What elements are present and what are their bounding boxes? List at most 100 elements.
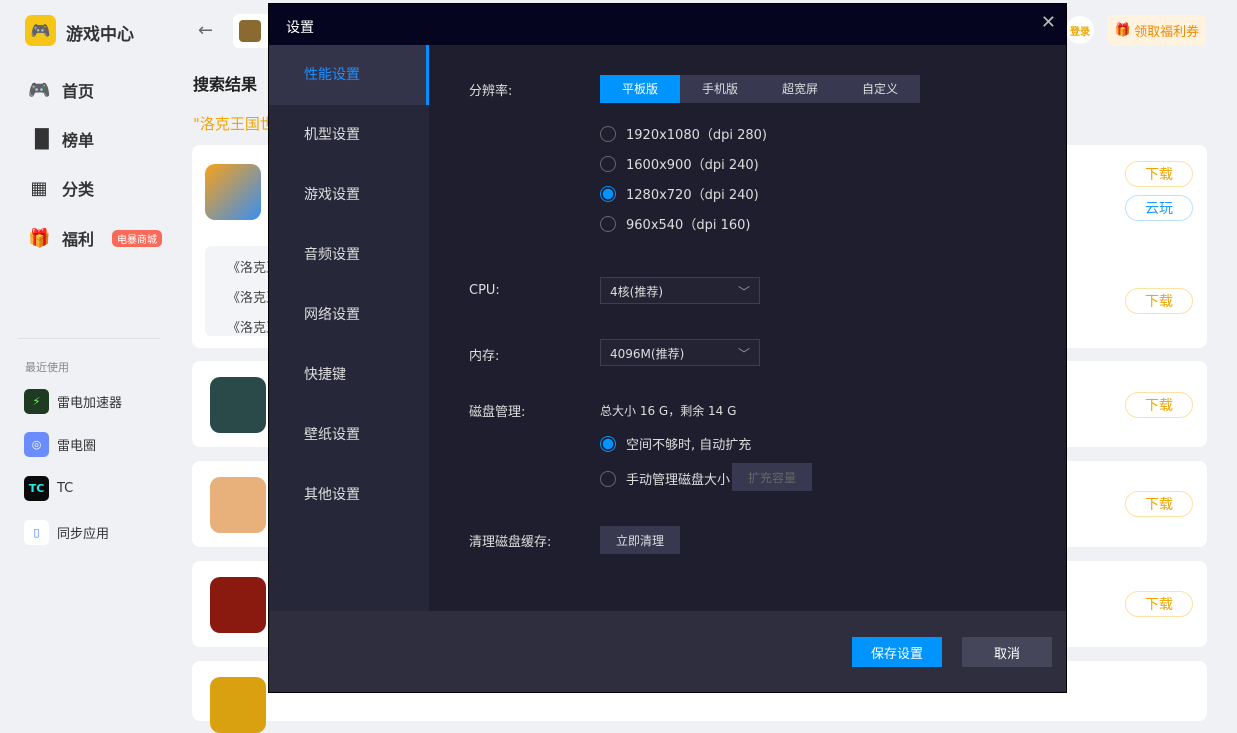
chart-icon: ▐▌ bbox=[28, 128, 56, 150]
recent-header: 最近使用 bbox=[25, 361, 69, 374]
back-arrow-icon[interactable]: ← bbox=[198, 20, 213, 41]
option-label: 手动管理磁盘大小 bbox=[626, 473, 731, 488]
disk-info: 总大小 16 G，剩余 14 G bbox=[600, 404, 737, 418]
radio-icon bbox=[600, 155, 616, 172]
disk-manual-option[interactable]: 手动管理磁盘大小 bbox=[600, 469, 730, 488]
app-title: 游戏中心 bbox=[66, 25, 134, 45]
save-button[interactable]: 保存设置 bbox=[852, 637, 942, 667]
recent-label: 雷电圈 bbox=[57, 439, 97, 454]
nav-label: 分类 bbox=[62, 180, 95, 199]
resolution-label: 分辨率: bbox=[469, 84, 513, 99]
app-logo: 🎮 bbox=[25, 15, 56, 46]
sync-icon: ▯ bbox=[24, 520, 49, 545]
disk-label: 磁盘管理: bbox=[469, 405, 526, 420]
radio-icon bbox=[600, 470, 616, 487]
option-label: 空间不够时, 自动扩充 bbox=[626, 438, 752, 453]
option-label: 1600x900（dpi 240) bbox=[626, 158, 759, 173]
tab-audio[interactable]: 音频设置 bbox=[269, 225, 429, 285]
option-label: 1280x720（dpi 240) bbox=[626, 188, 759, 203]
game-icon bbox=[205, 164, 261, 220]
cache-label: 清理磁盘缓存: bbox=[469, 535, 552, 550]
resolution-option[interactable]: 1280x720（dpi 240) bbox=[600, 184, 759, 203]
tab-shortcuts[interactable]: 快捷键 bbox=[269, 345, 429, 405]
download-button[interactable]: 下载 bbox=[1125, 392, 1193, 418]
download-button[interactable]: 下载 bbox=[1125, 161, 1193, 187]
tab-device[interactable]: 机型设置 bbox=[269, 105, 429, 165]
login-button[interactable]: 登录 bbox=[1066, 16, 1094, 44]
gamepad-icon: 🎮 bbox=[28, 79, 51, 101]
cpu-select[interactable]: 4核(推荐) ﹀ bbox=[600, 277, 760, 304]
dialog-footer bbox=[269, 611, 1066, 692]
chevron-down-icon: ﹀ bbox=[737, 285, 750, 299]
cloud-play-button[interactable]: 云玩 bbox=[1125, 195, 1193, 221]
sidebar-item-welfare[interactable]: 🎁 福利 电暴商城 bbox=[28, 226, 163, 250]
resolution-option[interactable]: 960x540（dpi 160) bbox=[600, 214, 750, 233]
tab-custom[interactable]: 自定义 bbox=[840, 75, 920, 103]
dialog-title: 设置 bbox=[269, 4, 1066, 45]
sidebar-item-home[interactable]: 🎮 首页 bbox=[28, 78, 94, 102]
close-icon[interactable]: ✕ bbox=[1041, 12, 1056, 33]
settings-dialog: 设置 ✕ 性能设置 机型设置 游戏设置 音频设置 网络设置 快捷键 壁纸设置 其… bbox=[268, 3, 1067, 693]
nav-label: 首页 bbox=[62, 82, 95, 101]
tab-phone[interactable]: 手机版 bbox=[680, 75, 760, 103]
recent-label: TC bbox=[57, 481, 74, 496]
coupon-button[interactable]: 🎁 领取福利券 bbox=[1108, 15, 1206, 46]
recent-item-sync[interactable]: ▯ 同步应用 bbox=[24, 520, 109, 545]
cpu-value: 4核(推荐) bbox=[610, 285, 663, 299]
disk-auto-option[interactable]: 空间不够时, 自动扩充 bbox=[600, 434, 751, 453]
radio-icon bbox=[600, 215, 616, 232]
nav-label: 福利 bbox=[62, 230, 95, 249]
recent-label: 雷电加速器 bbox=[57, 396, 123, 411]
mall-badge: 电暴商城 bbox=[112, 229, 163, 247]
tab-wallpaper[interactable]: 壁纸设置 bbox=[269, 405, 429, 465]
clean-button[interactable]: 立即清理 bbox=[600, 526, 680, 554]
coupon-label: 领取福利券 bbox=[1134, 25, 1200, 40]
recent-item-accelerator[interactable]: ⚡ 雷电加速器 bbox=[24, 389, 122, 414]
game-icon bbox=[210, 677, 266, 733]
page-title: 搜索结果 bbox=[193, 75, 258, 94]
sidebar-item-category[interactable]: ▦ 分类 bbox=[28, 176, 94, 200]
tab-game[interactable]: 游戏设置 bbox=[269, 165, 429, 225]
circle-icon: ◎ bbox=[24, 432, 49, 457]
game-icon bbox=[210, 477, 266, 533]
recent-item-circle[interactable]: ◎ 雷电圈 bbox=[24, 432, 96, 457]
sidebar-item-ranking[interactable]: ▐▌ 榜单 bbox=[28, 127, 94, 151]
tc-icon: TC bbox=[24, 476, 49, 501]
radio-selected-icon bbox=[600, 185, 616, 202]
tab-performance[interactable]: 性能设置 bbox=[269, 45, 429, 105]
recent-label: 同步应用 bbox=[57, 527, 110, 542]
download-button[interactable]: 下载 bbox=[1125, 288, 1193, 314]
game-card[interactable]: 下载 bbox=[1100, 253, 1207, 348]
option-label: 1920x1080（dpi 280) bbox=[626, 128, 767, 143]
cancel-button[interactable]: 取消 bbox=[962, 637, 1052, 667]
radio-selected-icon bbox=[600, 435, 616, 452]
download-button[interactable]: 下载 bbox=[1125, 591, 1193, 617]
radio-icon bbox=[600, 125, 616, 142]
expand-button[interactable]: 扩充容量 bbox=[732, 463, 812, 491]
cpu-label: CPU: bbox=[469, 283, 500, 298]
gift-box-icon: 🎁 bbox=[1114, 23, 1132, 38]
memory-label: 内存: bbox=[469, 349, 500, 364]
tab-network[interactable]: 网络设置 bbox=[269, 285, 429, 345]
divider bbox=[18, 338, 160, 339]
recent-item-tc[interactable]: TC TC bbox=[24, 476, 73, 501]
memory-value: 4096M(推荐) bbox=[610, 347, 685, 361]
tab-other[interactable]: 其他设置 bbox=[269, 465, 429, 525]
resolution-option[interactable]: 1920x1080（dpi 280) bbox=[600, 124, 767, 143]
download-button[interactable]: 下载 bbox=[1125, 491, 1193, 517]
option-label: 960x540（dpi 160) bbox=[626, 218, 751, 233]
resolution-option[interactable]: 1600x900（dpi 240) bbox=[600, 154, 759, 173]
accelerator-icon: ⚡ bbox=[24, 389, 49, 414]
gift-icon: 🎁 bbox=[28, 227, 51, 249]
memory-select[interactable]: 4096M(推荐) ﹀ bbox=[600, 339, 760, 366]
search-bar[interactable] bbox=[233, 14, 273, 48]
search-query: "洛克王国世 bbox=[193, 115, 275, 133]
resolution-tabs: 平板版 手机版 超宽屏 自定义 bbox=[600, 75, 920, 103]
game-thumb-icon bbox=[239, 20, 261, 42]
tab-tablet[interactable]: 平板版 bbox=[600, 75, 680, 103]
grid-icon: ▦ bbox=[30, 177, 48, 199]
game-icon bbox=[210, 377, 266, 433]
nav-label: 榜单 bbox=[62, 131, 95, 150]
settings-nav: 性能设置 机型设置 游戏设置 音频设置 网络设置 快捷键 壁纸设置 其他设置 bbox=[269, 45, 429, 611]
tab-ultrawide[interactable]: 超宽屏 bbox=[760, 75, 840, 103]
